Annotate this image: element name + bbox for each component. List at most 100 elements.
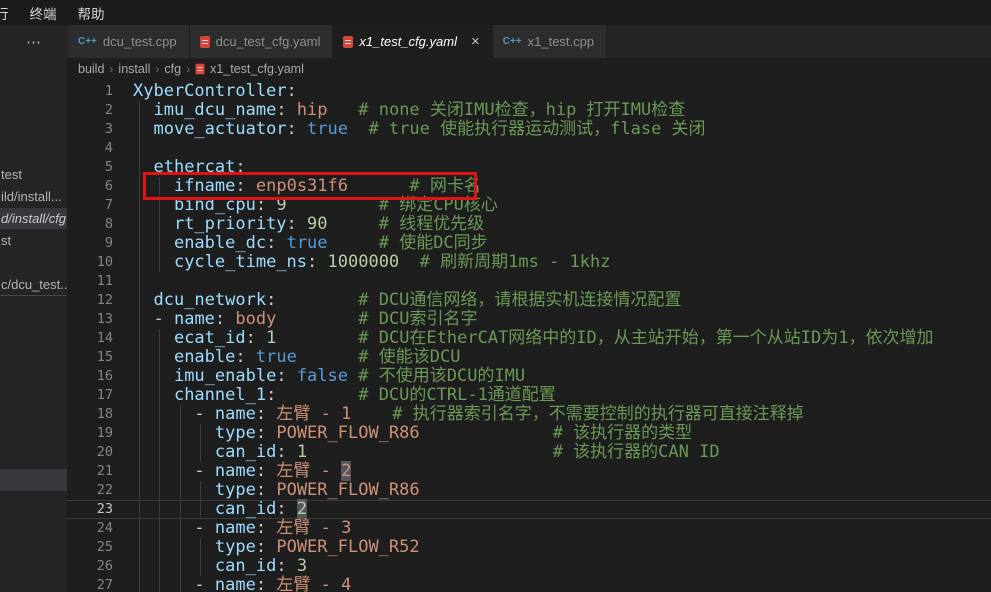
breadcrumb-separator-icon: › — [186, 62, 190, 76]
more-actions-button[interactable]: ⋯ — [0, 25, 68, 58]
code-token: rt_priority — [174, 214, 287, 234]
indent-guide — [159, 405, 160, 424]
code-content: type: POWER_FLOW_R86 # 该执行器的类型 — [133, 424, 991, 443]
tab-bar: ⋯ C++dcu_test.cppdcu_test_cfg.yamlx1_tes… — [0, 25, 991, 58]
code-content: ecat_id: 1 # DCU在EtherCAT网络中的ID，从主站开始，第一… — [133, 329, 991, 348]
indent-guide — [200, 500, 201, 519]
code-token — [266, 518, 276, 538]
code-line[interactable]: 15 enable: true # 使能该DCU — [67, 348, 991, 367]
code-line[interactable]: 11 — [67, 272, 991, 291]
code-token: name — [215, 575, 256, 592]
breadcrumb-item[interactable]: cfg — [164, 62, 181, 76]
code-token — [133, 537, 215, 557]
tab-x1_test.cpp[interactable]: C++x1_test.cpp — [493, 25, 607, 58]
code-line[interactable]: 21 - name: 左臂 - 2 — [67, 462, 991, 481]
code-token — [276, 385, 358, 405]
code-line[interactable]: 27 - name: 左臂 - 4 — [67, 576, 991, 592]
code-line[interactable]: 3 move_actuator: true # true 使能执行器运动测试，f… — [67, 120, 991, 139]
line-number[interactable]: 24 — [67, 519, 133, 538]
line-number[interactable]: 5 — [67, 158, 133, 177]
tab-close-icon[interactable]: × — [471, 34, 480, 49]
breadcrumb-item[interactable]: build — [78, 62, 104, 76]
menu-item-终端[interactable]: 终端 — [27, 1, 60, 25]
indent-guide — [180, 557, 181, 576]
code-token: : — [256, 423, 266, 443]
code-line[interactable]: 17 channel_1: # DCU的CTRL-1通道配置 — [67, 386, 991, 405]
code-line[interactable]: 12 dcu_network: # DCU通信网络，请根据实机连接情况配置 — [67, 291, 991, 310]
code-line[interactable]: 23 can_id: 2 — [67, 500, 991, 519]
line-number[interactable]: 4 — [67, 139, 133, 158]
code-token: # DCU的CTRL-1通道配置 — [358, 385, 556, 405]
line-number[interactable]: 11 — [67, 272, 133, 291]
line-number[interactable]: 21 — [67, 462, 133, 481]
line-number[interactable]: 2 — [67, 101, 133, 120]
line-number[interactable]: 13 — [67, 310, 133, 329]
code-line[interactable]: 14 ecat_id: 1 # DCU在EtherCAT网络中的ID，从主站开始… — [67, 329, 991, 348]
code-token: enable — [174, 347, 235, 367]
line-number[interactable]: 23 — [67, 500, 133, 519]
code-line[interactable]: 16 imu_enable: false # 不使用该DCU的IMU — [67, 367, 991, 386]
tab-dcu_test_cfg.yaml[interactable]: dcu_test_cfg.yaml — [190, 25, 334, 58]
sidebar-item[interactable]: test — [0, 164, 67, 185]
code-line[interactable]: 2 imu_dcu_name: hip # none 关闭IMU检查，hip 打… — [67, 101, 991, 120]
code-line[interactable]: 24 - name: 左臂 - 3 — [67, 519, 991, 538]
line-number[interactable]: 16 — [67, 367, 133, 386]
breadcrumb-filename[interactable]: x1_test_cfg.yaml — [210, 62, 304, 76]
line-number[interactable]: 7 — [67, 196, 133, 215]
line-number[interactable]: 12 — [67, 291, 133, 310]
code-line[interactable]: 25 type: POWER_FLOW_R52 — [67, 538, 991, 557]
code-line[interactable]: 1XyberController: — [67, 82, 991, 101]
tab-dcu_test.cpp[interactable]: C++dcu_test.cpp — [68, 25, 190, 58]
code-line[interactable]: 9 enable_dc: true # 使能DC同步 — [67, 234, 991, 253]
code-token: dcu_network — [153, 290, 266, 310]
code-line[interactable]: 13 - name: body # DCU索引名字 — [67, 310, 991, 329]
code-token: body — [235, 309, 276, 329]
editor[interactable]: 1XyberController:2 imu_dcu_name: hip # n… — [67, 80, 991, 592]
breadcrumb-item[interactable]: install — [118, 62, 150, 76]
code-content: - name: 左臂 - 3 — [133, 519, 991, 538]
indent-guide — [159, 386, 160, 405]
tab-x1_test_cfg.yaml[interactable]: x1_test_cfg.yaml× — [333, 25, 492, 58]
indent-guide — [180, 538, 181, 557]
code-line[interactable]: 10 cycle_time_ns: 1000000 # 刷新周期1ms - 1k… — [67, 253, 991, 272]
code-line[interactable]: 22 type: POWER_FLOW_R86 — [67, 481, 991, 500]
code-token — [256, 328, 266, 348]
code-token — [133, 556, 215, 576]
code-line[interactable]: 8 rt_priority: 90 # 线程优先级 — [67, 215, 991, 234]
line-number[interactable]: 15 — [67, 348, 133, 367]
sidebar-item[interactable]: c/dcu_test... — [0, 274, 67, 295]
tab-label: x1_test.cpp — [528, 34, 595, 49]
code-line[interactable]: 20 can_id: 1 # 该执行器的CAN ID — [67, 443, 991, 462]
sidebar-item[interactable]: ild/install... — [0, 186, 67, 207]
code-content: XyberController: — [133, 82, 991, 101]
code-line[interactable]: 26 can_id: 3 — [67, 557, 991, 576]
sidebar-item[interactable]: d/install/cfg — [0, 208, 67, 229]
line-number[interactable]: 27 — [67, 576, 133, 592]
line-number[interactable]: 6 — [67, 177, 133, 196]
indent-guide — [159, 348, 160, 367]
line-number[interactable]: 14 — [67, 329, 133, 348]
code-content: imu_enable: false # 不使用该DCU的IMU — [133, 367, 991, 386]
line-number[interactable]: 25 — [67, 538, 133, 557]
indent-guide — [159, 538, 160, 557]
code-line[interactable]: 4 — [67, 139, 991, 158]
menu-item-帮助[interactable]: 帮助 — [75, 1, 108, 25]
line-number[interactable]: 22 — [67, 481, 133, 500]
code-content: rt_priority: 90 # 线程优先级 — [133, 215, 991, 234]
breadcrumb-separator-icon: › — [109, 62, 113, 76]
code-line[interactable]: 18 - name: 左臂 - 1 # 执行器索引名字，不需要控制的执行器可直接… — [67, 405, 991, 424]
sidebar-item[interactable]: st — [0, 230, 67, 251]
line-number[interactable]: 1 — [67, 82, 133, 101]
line-number[interactable]: 9 — [67, 234, 133, 253]
line-number[interactable]: 17 — [67, 386, 133, 405]
code-content: - name: 左臂 - 2 — [133, 462, 991, 481]
line-number[interactable]: 20 — [67, 443, 133, 462]
menu-item-行[interactable]: 行 — [0, 1, 12, 25]
line-number[interactable]: 18 — [67, 405, 133, 424]
code-line[interactable]: 19 type: POWER_FLOW_R86 # 该执行器的类型 — [67, 424, 991, 443]
line-number[interactable]: 8 — [67, 215, 133, 234]
line-number[interactable]: 10 — [67, 253, 133, 272]
line-number[interactable]: 3 — [67, 120, 133, 139]
line-number[interactable]: 19 — [67, 424, 133, 443]
line-number[interactable]: 26 — [67, 557, 133, 576]
